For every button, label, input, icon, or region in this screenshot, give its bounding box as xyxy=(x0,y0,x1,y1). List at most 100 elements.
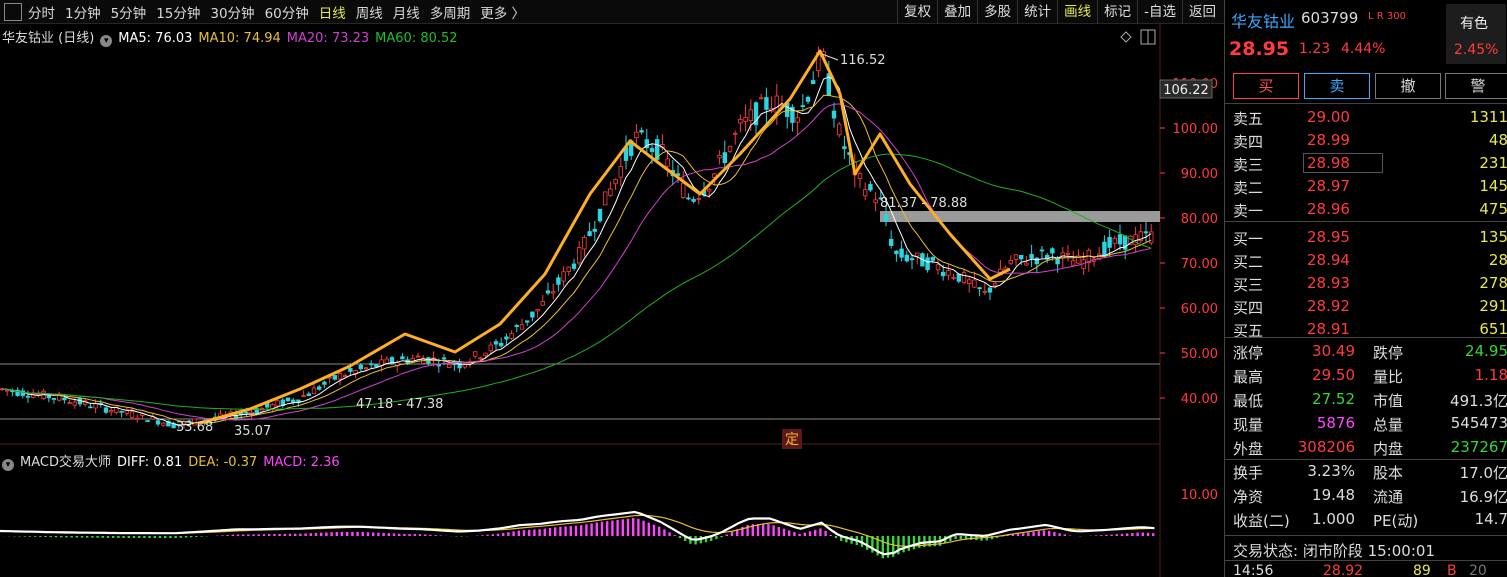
period-tab-3[interactable]: 15分钟 xyxy=(156,2,200,22)
candle-body xyxy=(160,422,166,426)
period-toolbar: 分时 1分钟 5分钟 15分钟 30分钟 60分钟 日线 周线 月线 多周期 更多 〉 复权 叠加 多股… xyxy=(0,0,1224,24)
checkbox-icon[interactable] xyxy=(4,2,22,21)
tool-button-0[interactable]: 复权 xyxy=(897,0,937,24)
candle-body xyxy=(904,254,909,262)
candle-body xyxy=(551,291,556,294)
stock-header: 华友钴业 603799 L R 300 28.95 1.23 4.44% 有色 … xyxy=(1225,0,1507,68)
ask-row[interactable]: 卖二 28.97 145 xyxy=(1225,175,1507,198)
period-list: 分时 1分钟 5分钟 15分钟 30分钟 60分钟 日线 周线 月线 多周期 更多 〉 xyxy=(28,2,535,22)
candle-body xyxy=(290,399,296,403)
range-label-2: 81.37 - 78.88 xyxy=(880,196,967,211)
tool-button-1[interactable]: 叠加 xyxy=(937,0,977,24)
candle-body xyxy=(691,198,696,202)
candle-body xyxy=(88,406,93,409)
tick-count: 20 xyxy=(1469,563,1487,577)
period-tab-7[interactable]: 周线 xyxy=(356,2,383,22)
tool-button-7[interactable]: 返回 xyxy=(1182,0,1222,24)
period-tab-6[interactable]: 日线 xyxy=(319,2,346,22)
macd-tick-label: 10.00 xyxy=(1181,488,1218,503)
sector-box[interactable]: 有色 2.45% xyxy=(1446,4,1506,64)
candle-body xyxy=(488,344,493,352)
ask-price: 28.98 xyxy=(1303,153,1383,173)
candle-body xyxy=(967,279,972,284)
ask-volume: 48 xyxy=(1488,131,1507,149)
candle-body xyxy=(800,105,805,107)
stat-label: 最低 xyxy=(1233,392,1264,410)
period-tab-8[interactable]: 月线 xyxy=(393,2,420,22)
bid-volume: 135 xyxy=(1479,228,1507,246)
candle-body xyxy=(764,97,769,110)
buy-button[interactable]: 买 xyxy=(1233,73,1299,99)
bid-level-label: 买四 xyxy=(1233,299,1264,317)
period-tab-1[interactable]: 1分钟 xyxy=(65,2,101,22)
candle-body xyxy=(5,389,10,392)
ask-row[interactable]: 卖五 29.00 1311 xyxy=(1225,106,1507,129)
kline-chart[interactable]: 110.00100.0090.0080.0070.0060.0050.0040.… xyxy=(0,24,1224,577)
period-tab-4[interactable]: 30分钟 xyxy=(210,2,254,22)
low-label-2: 35.07 xyxy=(234,424,271,439)
tick-price: 28.92 xyxy=(1323,563,1364,577)
ask-row[interactable]: 卖三 28.98 231 xyxy=(1225,152,1507,175)
candle-body xyxy=(837,123,842,136)
candle-body xyxy=(1008,260,1013,264)
period-tab-5[interactable]: 60分钟 xyxy=(265,2,309,22)
drawn-trendline xyxy=(199,49,1011,425)
y-tick-label: 50.00 xyxy=(1181,347,1218,362)
trade-status: 交易状态: 闭市阶段 15:00:01 xyxy=(1233,542,1435,560)
y-tick-label: 70.00 xyxy=(1181,257,1218,272)
bid-row[interactable]: 买二 28.94 28 xyxy=(1225,249,1507,272)
tool-button-3[interactable]: 统计 xyxy=(1017,0,1057,24)
alert-button[interactable]: 警 xyxy=(1445,73,1507,99)
cancel-order-button[interactable]: 撤 xyxy=(1375,73,1441,99)
candle-body xyxy=(275,400,280,407)
ask-row[interactable]: 卖四 28.99 48 xyxy=(1225,129,1507,152)
candle-body xyxy=(514,325,519,327)
candle-body xyxy=(509,333,514,339)
candle-body xyxy=(889,238,894,246)
period-tab-9[interactable]: 多周期 xyxy=(430,2,471,22)
bid-row[interactable]: 买四 28.92 291 xyxy=(1225,295,1507,318)
candle-body xyxy=(956,273,961,282)
candle-body xyxy=(134,417,140,420)
stat-label: 市值 xyxy=(1373,392,1404,410)
lr-tag: L R 300 xyxy=(1368,11,1406,22)
period-tab-0[interactable]: 分时 xyxy=(28,2,55,22)
ma10-line xyxy=(1,94,1152,424)
bid-price: 28.92 xyxy=(1307,297,1350,315)
candle-body xyxy=(899,248,904,258)
candle-body xyxy=(363,367,369,370)
ask-row[interactable]: 卖一 28.96 475 xyxy=(1225,198,1507,221)
period-tab-2[interactable]: 5分钟 xyxy=(111,2,147,22)
period-tab-10[interactable]: 更多 〉 xyxy=(480,2,525,22)
bid-row[interactable]: 买三 28.93 278 xyxy=(1225,272,1507,295)
candle-body xyxy=(909,258,915,261)
ask-price: 28.97 xyxy=(1307,177,1350,195)
stock-name[interactable]: 华友钴业 xyxy=(1231,8,1295,32)
bid-price: 28.95 xyxy=(1307,228,1350,246)
candle-body xyxy=(608,188,613,196)
candle-body xyxy=(62,397,67,401)
sell-button[interactable]: 卖 xyxy=(1304,73,1370,99)
candle-body xyxy=(748,109,753,122)
tool-button-4[interactable]: 画线 xyxy=(1057,0,1097,24)
candle-body xyxy=(603,191,608,206)
candle-body xyxy=(649,148,655,152)
bid-row[interactable]: 买一 28.95 135 xyxy=(1225,226,1507,249)
tool-button-6[interactable]: -自选 xyxy=(1137,0,1182,24)
candle-body xyxy=(993,283,998,287)
candle-body xyxy=(972,279,977,288)
candle-body xyxy=(51,398,57,400)
candle-body xyxy=(244,411,249,414)
candle-body xyxy=(530,311,535,318)
candle-body xyxy=(582,237,587,250)
candle-body xyxy=(337,372,343,380)
candle-body xyxy=(566,266,571,272)
tick-side: B xyxy=(1447,563,1457,577)
stat-value: 17.0亿 xyxy=(1459,464,1507,482)
tick-volume: 89 xyxy=(1413,563,1431,577)
tool-button-2[interactable]: 多股 xyxy=(977,0,1017,24)
candle-body xyxy=(977,287,982,290)
tool-button-5[interactable]: 标记 xyxy=(1097,0,1137,24)
candle-body xyxy=(270,404,275,409)
stat-label: 量比 xyxy=(1373,368,1404,386)
